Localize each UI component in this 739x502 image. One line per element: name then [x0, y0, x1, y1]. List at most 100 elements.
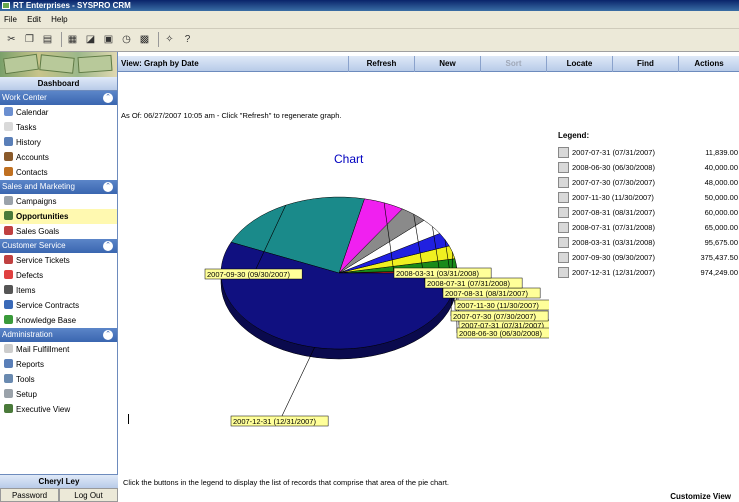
collapse-icon[interactable]: ⌃ [103, 93, 113, 103]
print-icon[interactable]: ▣ [101, 32, 116, 47]
refresh-button[interactable]: Refresh [348, 56, 414, 72]
sidebar-item-tools[interactable]: Tools [0, 372, 117, 387]
legend-label: 2007-09-30 (09/30/2007) [572, 253, 655, 262]
legend-button[interactable] [558, 177, 569, 188]
sidebar-item-label: Contacts [16, 168, 48, 177]
legend-row: 2008-07-31 (07/31/2008) 65,000.00 [558, 221, 738, 236]
sidebar-item-label: Executive View [16, 405, 71, 414]
sidebar-item-label: Mail Fulfillment [16, 345, 70, 354]
sidebar-item-history[interactable]: History [0, 135, 117, 150]
legend-value: 50,000.00 [704, 193, 738, 202]
legend-button[interactable] [558, 207, 569, 218]
find-button[interactable]: Find [612, 56, 678, 72]
sidebar-item-label: Campaigns [16, 197, 57, 206]
sidebar-item-knowledge-base[interactable]: Knowledge Base [0, 313, 117, 328]
accounts-icon [4, 152, 13, 161]
sort-button[interactable]: Sort [480, 56, 546, 72]
sidebar-item-reports[interactable]: Reports [0, 357, 117, 372]
sales-goals-icon [4, 226, 13, 235]
sidebar-item-label: Items [16, 286, 36, 295]
reports-icon [4, 359, 13, 368]
collapse-icon[interactable]: ⌃ [103, 330, 113, 340]
dashboard-button[interactable]: Dashboard [0, 77, 117, 91]
legend: 2007-07-31 (07/31/2007) 11,839.00 2008-06-… [558, 146, 738, 281]
legend-button[interactable] [558, 192, 569, 203]
sidebar-item-setup[interactable]: Setup [0, 387, 117, 402]
sidebar-item-label: Service Tickets [16, 256, 70, 265]
legend-button[interactable] [558, 252, 569, 263]
menu-file[interactable]: File [0, 11, 21, 29]
legend-row: 2007-07-30 (07/30/2007) 48,000.00 [558, 176, 738, 191]
customize-view-link[interactable]: Customize View [670, 492, 731, 501]
items-icon [4, 285, 13, 294]
legend-hint: Click the buttons in the legend to displ… [123, 478, 450, 487]
collapse-icon[interactable]: ⌃ [103, 182, 113, 192]
clock-icon[interactable]: ◷ [119, 32, 134, 47]
sidebar-item-calendar[interactable]: Calendar [0, 105, 117, 120]
sidebar-item-defects[interactable]: Defects [0, 268, 117, 283]
sidebar-item-mail-fulfillment[interactable]: Mail Fulfillment [0, 342, 117, 357]
chart-icon[interactable]: ◪ [83, 32, 98, 47]
help-icon[interactable]: ? [180, 32, 195, 47]
section-header[interactable]: Administration ⌃ [0, 328, 117, 342]
app-icon [2, 2, 10, 9]
legend-row: 2007-09-30 (09/30/2007) 375,437.50 [558, 251, 738, 266]
new-button[interactable]: New [414, 56, 480, 72]
slice-label: 2007-09-30 (09/30/2007) [207, 270, 290, 279]
sidebar-item-service-tickets[interactable]: Service Tickets [0, 253, 117, 268]
section-header[interactable]: Work Center ⌃ [0, 91, 117, 105]
legend-button[interactable] [558, 147, 569, 158]
wand-icon[interactable]: ✧ [162, 32, 177, 47]
content-area: As Of: 06/27/2007 10:05 am - Click "Refr… [119, 72, 739, 502]
legend-value: 95,675.00 [704, 238, 738, 247]
sidebar-item-contacts[interactable]: Contacts [0, 165, 117, 180]
logout-button[interactable]: Log Out [59, 488, 118, 502]
legend-value: 40,000.00 [704, 163, 738, 172]
copy-icon[interactable]: ❐ [22, 32, 37, 47]
report-icon[interactable]: ▦ [65, 32, 80, 47]
menu-edit[interactable]: Edit [23, 11, 45, 29]
locate-button[interactable]: Locate [546, 56, 612, 72]
calendar-icon[interactable]: ▩ [137, 32, 152, 47]
paste-icon[interactable]: ▤ [40, 32, 55, 47]
slice-label: 2007-07-30 (07/30/2007) [453, 312, 536, 321]
legend-title: Legend: [558, 131, 590, 140]
text-cursor [128, 414, 129, 424]
menu-help[interactable]: Help [47, 11, 71, 29]
sidebar-item-executive-view[interactable]: Executive View [0, 402, 117, 417]
cut-icon[interactable]: ✂ [4, 32, 19, 47]
toolbar-separator [61, 32, 62, 47]
knowledge-base-icon [4, 315, 13, 324]
legend-label: 2007-07-30 (07/30/2007) [572, 178, 655, 187]
sidebar-item-items[interactable]: Items [0, 283, 117, 298]
sidebar-item-accounts[interactable]: Accounts [0, 150, 117, 165]
banner-bill-image [39, 54, 75, 74]
sidebar-item-opportunities[interactable]: Opportunities [0, 209, 117, 224]
legend-button[interactable] [558, 237, 569, 248]
legend-row: 2007-12-31 (12/31/2007) 974,249.00 [558, 266, 738, 281]
sidebar-item-sales-goals[interactable]: Sales Goals [0, 224, 117, 239]
collapse-icon[interactable]: ⌃ [103, 241, 113, 251]
legend-label: 2007-12-31 (12/31/2007) [572, 268, 655, 277]
section-header[interactable]: Customer Service ⌃ [0, 239, 117, 253]
password-button[interactable]: Password [0, 488, 59, 502]
view-title: View: Graph by Date [121, 59, 199, 68]
sidebar-item-label: Opportunities [16, 212, 69, 221]
legend-button[interactable] [558, 162, 569, 173]
setup-icon [4, 389, 13, 398]
sidebar-nav: Work Center ⌃ Calendar Tasks History Accounts… [0, 91, 117, 417]
slice-label: 2008-07-31 (07/31/2008) [427, 279, 510, 288]
legend-row: 2008-03-31 (03/31/2008) 95,675.00 [558, 236, 738, 251]
legend-button[interactable] [558, 222, 569, 233]
actions-button[interactable]: Actions [678, 56, 739, 72]
legend-button[interactable] [558, 267, 569, 278]
sidebar-item-tasks[interactable]: Tasks [0, 120, 117, 135]
section-header[interactable]: Sales and Marketing ⌃ [0, 180, 117, 194]
calendar-icon [4, 107, 13, 116]
slice-leader-line [279, 347, 315, 422]
sidebar-item-campaigns[interactable]: Campaigns [0, 194, 117, 209]
section-title: Sales and Marketing [2, 182, 75, 191]
sidebar-item-service-contracts[interactable]: Service Contracts [0, 298, 117, 313]
as-of-text: As Of: 06/27/2007 10:05 am - Click "Refr… [121, 111, 342, 120]
sidebar-item-label: Accounts [16, 153, 49, 162]
